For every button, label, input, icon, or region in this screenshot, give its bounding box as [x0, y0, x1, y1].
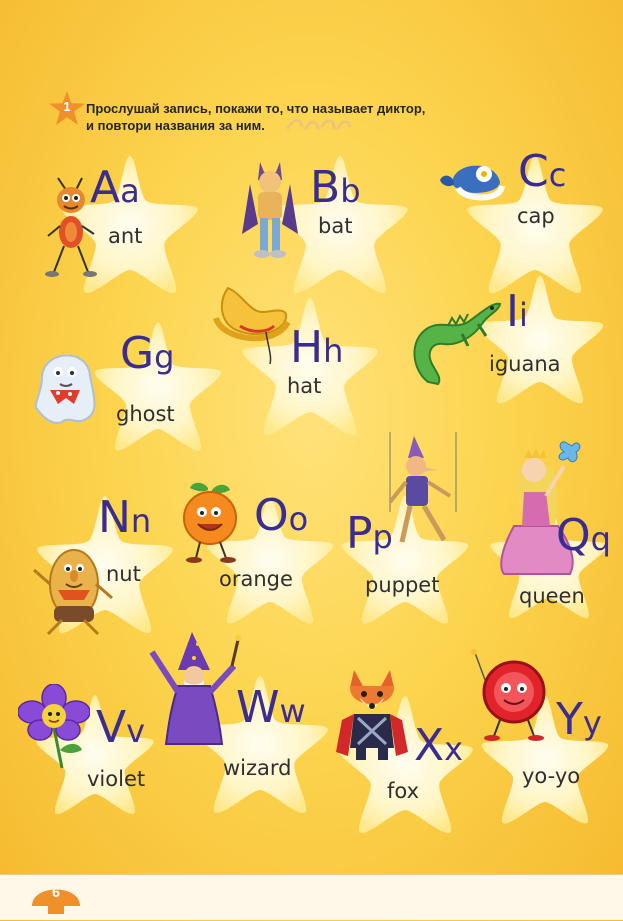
cap-icon [438, 154, 508, 217]
letter-lowercase: w [279, 692, 306, 730]
word-wizard: wizard [223, 756, 292, 780]
word-nut: nut [106, 562, 141, 586]
instruction-line-1: Прослушай запись, покажи то, что называе… [86, 101, 426, 116]
letter-pair-p: Pp [346, 512, 393, 556]
word-bat: bat [318, 214, 353, 238]
letter-pair-n: Nn [98, 496, 151, 540]
letter-lowercase: o [288, 500, 309, 538]
page-footer [0, 874, 623, 920]
word-fox: fox [387, 779, 420, 803]
letter-uppercase: X [414, 720, 445, 771]
letter-uppercase: V [96, 702, 127, 753]
letter-lowercase: p [372, 518, 393, 556]
word-violet: violet [87, 767, 146, 791]
letter-lowercase: g [154, 338, 175, 376]
violet-icon [17, 683, 91, 775]
letter-pair-w: Ww [236, 686, 306, 730]
letter-uppercase: H [290, 322, 324, 373]
word-ghost: ghost [116, 402, 175, 426]
ghost-icon [28, 340, 104, 431]
letter-pair-c: Cc [518, 150, 566, 194]
iguana-icon [408, 290, 504, 395]
word-hat: hat [287, 374, 322, 398]
letter-uppercase: Y [556, 694, 583, 745]
word-cap: cap [517, 204, 555, 228]
letter-uppercase: N [98, 492, 131, 543]
word-iguana: iguana [489, 352, 561, 376]
letter-lowercase: i [518, 296, 528, 334]
orange-icon [176, 478, 246, 569]
letter-lowercase: x [444, 730, 464, 768]
letter-pair-b: Bb [310, 166, 361, 210]
letter-lowercase: n [130, 502, 152, 540]
letter-pair-y: Yy [556, 698, 602, 742]
letter-pair-q: Qq [556, 514, 611, 558]
alphabet-page: 1 Прослушай запись, покажи то, что назыв… [0, 0, 623, 920]
letter-pair-o: Oo [254, 494, 308, 538]
word-yo-yo: yo-yo [522, 764, 581, 788]
letter-uppercase: G [120, 328, 155, 379]
letter-uppercase: B [310, 162, 341, 213]
letter-uppercase: O [254, 490, 289, 541]
letter-pair-h: Hh [290, 326, 343, 370]
letter-uppercase: P [346, 508, 373, 559]
hat-icon [212, 282, 291, 371]
letter-lowercase: q [590, 520, 611, 558]
exercise-number-badge: 1 [48, 90, 86, 128]
letter-uppercase: I [506, 286, 519, 337]
puppet-icon [380, 432, 466, 555]
letter-pair-g: Gg [120, 332, 174, 376]
word-queen: queen [519, 584, 585, 608]
word-orange: orange [219, 567, 293, 591]
letter-lowercase: a [120, 172, 140, 210]
letter-uppercase: A [90, 162, 121, 213]
letter-uppercase: W [236, 682, 280, 733]
listen-audio-icon [284, 116, 354, 139]
letter-lowercase: v [126, 712, 146, 750]
word-puppet: puppet [365, 573, 440, 597]
nut-icon [28, 540, 116, 645]
bat-icon [240, 154, 300, 269]
letter-lowercase: y [582, 704, 602, 742]
letter-pair-i: Ii [506, 290, 528, 334]
letter-pair-a: Aa [90, 166, 140, 210]
letter-uppercase: C [518, 146, 549, 197]
letter-lowercase: c [548, 156, 567, 194]
page-number: 6 [52, 884, 60, 900]
exercise-number: 1 [63, 99, 71, 114]
letter-lowercase: h [323, 332, 344, 370]
letter-uppercase: Q [556, 510, 591, 561]
word-ant: ant [108, 224, 143, 248]
letter-pair-v: Vv [96, 706, 145, 750]
page-number-badge: 6 [28, 876, 84, 916]
letter-pair-x: Xx [414, 724, 463, 768]
letter-lowercase: b [340, 172, 361, 210]
wizard-icon [148, 630, 244, 753]
fox-icon [334, 664, 410, 767]
yo-yo-icon [470, 648, 556, 749]
